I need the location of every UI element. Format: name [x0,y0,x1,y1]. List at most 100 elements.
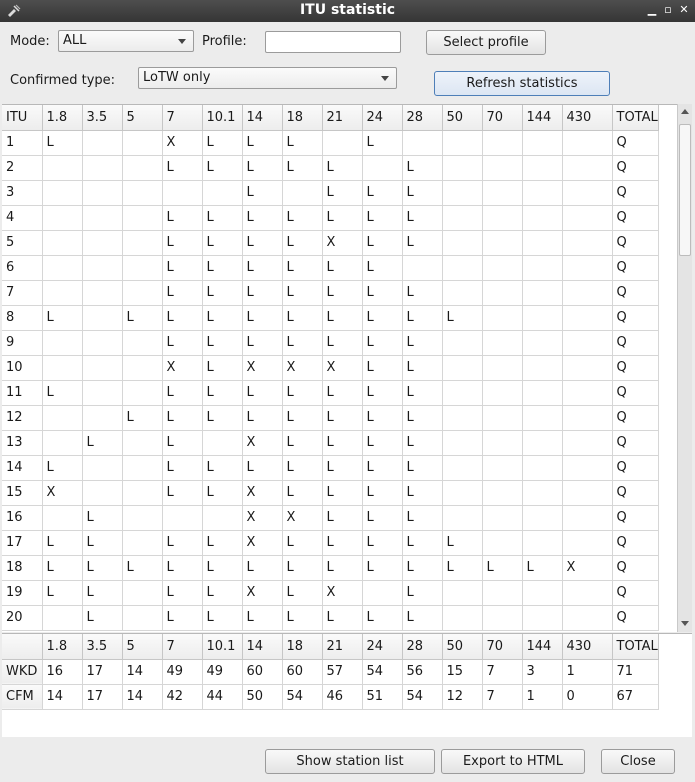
table-cell[interactable] [482,330,523,356]
table-cell[interactable] [322,130,363,156]
table-cell[interactable]: X [282,355,323,381]
table-cell[interactable] [482,230,523,256]
table-cell[interactable] [122,455,163,481]
table-cell[interactable]: L [282,605,323,631]
table-cell[interactable]: L [402,230,443,256]
table-cell[interactable] [202,180,243,206]
table-cell[interactable]: L [242,130,283,156]
table-cell[interactable] [482,380,523,406]
table-cell[interactable] [402,255,443,281]
table-cell[interactable]: 3 [522,659,563,685]
table-cell[interactable] [522,305,563,331]
column-header[interactable]: 18 [282,105,323,131]
table-cell[interactable] [42,405,83,431]
table-cell[interactable]: Q [612,380,659,406]
table-cell[interactable]: L [42,305,83,331]
table-cell[interactable]: 16 [42,659,83,685]
table-cell[interactable]: L [282,530,323,556]
table-cell[interactable]: X [42,480,83,506]
table-cell[interactable] [442,380,483,406]
row-header-cell[interactable]: 12 [2,405,43,431]
table-cell[interactable] [562,405,613,431]
table-cell[interactable]: Q [612,505,659,531]
table-cell[interactable] [42,430,83,456]
table-cell[interactable]: L [282,580,323,606]
table-cell[interactable]: 49 [202,659,243,685]
column-header[interactable]: 10.1 [202,105,243,131]
table-cell[interactable] [562,280,613,306]
table-cell[interactable]: L [202,205,243,231]
table-cell[interactable] [42,180,83,206]
table-cell[interactable] [122,605,163,631]
table-cell[interactable]: 56 [402,659,443,685]
table-cell[interactable]: L [242,255,283,281]
table-cell[interactable]: L [242,555,283,581]
table-cell[interactable]: L [442,530,483,556]
table-cell[interactable]: 14 [122,659,163,685]
column-header[interactable]: 7 [162,634,203,660]
table-cell[interactable] [522,330,563,356]
table-cell[interactable]: 71 [612,659,659,685]
table-row[interactable]: 14 L L L L L L L L Q [2,455,659,481]
table-cell[interactable]: L [362,180,403,206]
column-header[interactable]: 28 [402,634,443,660]
table-cell[interactable]: L [282,405,323,431]
table-cell[interactable]: 50 [242,684,283,710]
table-cell[interactable] [42,330,83,356]
table-cell[interactable]: 44 [202,684,243,710]
table-cell[interactable] [442,280,483,306]
table-cell[interactable] [162,505,203,531]
table-cell[interactable] [82,455,123,481]
table-cell[interactable]: L [162,430,203,456]
column-header[interactable]: 24 [362,634,403,660]
table-cell[interactable] [442,605,483,631]
table-cell[interactable]: X [322,355,363,381]
table-cell[interactable]: L [202,155,243,181]
table-cell[interactable]: L [402,555,443,581]
table-cell[interactable]: L [282,455,323,481]
table-cell[interactable]: L [322,330,363,356]
table-cell[interactable]: X [562,555,613,581]
table-cell[interactable] [282,180,323,206]
table-row[interactable]: 5LLLLXLLQ [2,230,659,256]
column-header[interactable]: 50 [442,105,483,131]
row-header-cell[interactable]: 11 [2,380,43,406]
table-cell[interactable]: Q [612,205,659,231]
table-cell[interactable] [562,580,613,606]
table-cell[interactable]: L [122,305,163,331]
table-cell[interactable]: L [362,305,403,331]
table-row[interactable]: 6LLLLLLQ [2,255,659,281]
table-cell[interactable] [122,180,163,206]
table-cell[interactable]: L [282,280,323,306]
table-cell[interactable] [442,205,483,231]
row-header-cell[interactable]: 10 [2,355,43,381]
table-cell[interactable]: Q [612,155,659,181]
table-cell[interactable] [442,155,483,181]
table-row[interactable]: 17 L L L L X L L L L L Q [2,530,659,556]
table-cell[interactable] [482,455,523,481]
table-cell[interactable]: L [42,455,83,481]
table-row[interactable]: 1LXLLLLQ [2,130,659,156]
table-cell[interactable] [42,205,83,231]
table-cell[interactable] [42,230,83,256]
refresh-statistics-button[interactable]: Refresh statistics [434,71,610,96]
table-cell[interactable]: L [402,405,443,431]
table-cell[interactable]: L [202,480,243,506]
table-cell[interactable]: L [402,380,443,406]
table-cell[interactable]: L [202,130,243,156]
table-cell[interactable]: L [442,305,483,331]
table-cell[interactable] [522,605,563,631]
table-cell[interactable] [482,280,523,306]
table-cell[interactable]: L [162,530,203,556]
table-cell[interactable] [122,505,163,531]
table-cell[interactable]: L [282,380,323,406]
table-cell[interactable]: L [82,580,123,606]
table-cell[interactable] [442,255,483,281]
table-cell[interactable] [522,380,563,406]
table-cell[interactable]: L [162,555,203,581]
table-cell[interactable] [482,430,523,456]
table-cell[interactable]: X [242,580,283,606]
table-cell[interactable]: L [402,330,443,356]
table-cell[interactable]: L [162,580,203,606]
table-cell[interactable] [122,430,163,456]
